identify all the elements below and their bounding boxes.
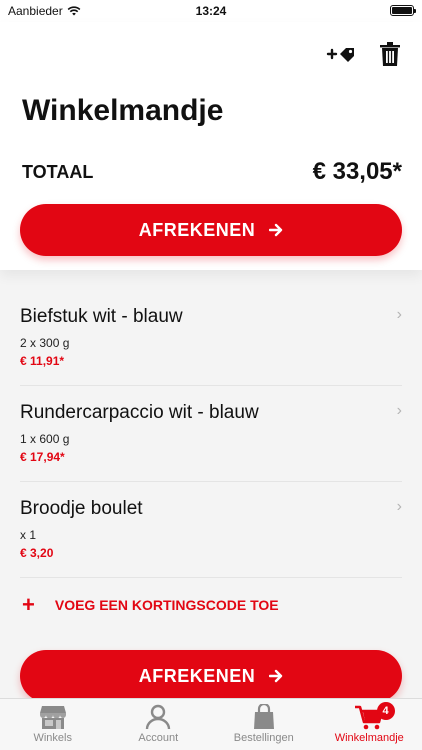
item-name: Rundercarpaccio wit - blauw bbox=[20, 402, 259, 423]
cart-item[interactable]: Rundercarpaccio wit - blauw 1 x 600 g € … bbox=[20, 386, 402, 482]
item-price: € 11,91* bbox=[20, 354, 65, 368]
tab-bestellingen-label: Bestellingen bbox=[233, 732, 294, 744]
arrow-right-icon bbox=[269, 669, 283, 683]
trash-icon[interactable] bbox=[380, 42, 400, 66]
cart-header: Winkelmandje TOTAAL € 33,05* AFREKENEN bbox=[0, 22, 422, 270]
item-price: € 17,94* bbox=[20, 450, 65, 464]
bottom-checkout-label: AFREKENEN bbox=[138, 665, 256, 686]
tab-bar: Winkels Account Bestellingen 4 Winkelman… bbox=[0, 698, 422, 750]
total-value: € 33,05* bbox=[312, 158, 402, 185]
plus-icon: + bbox=[22, 592, 35, 617]
tab-winkelmandje[interactable]: 4 Winkelmandje bbox=[317, 699, 422, 750]
checkout-button-label: AFREKENEN bbox=[138, 219, 256, 240]
cart-item[interactable]: Biefstuk wit - blauw 2 x 300 g € 11,91* … bbox=[20, 290, 402, 386]
store-icon bbox=[39, 706, 66, 729]
item-quantity: x 1 bbox=[20, 528, 37, 542]
tab-account-label: Account bbox=[138, 732, 179, 744]
chevron-right-icon: › bbox=[396, 306, 402, 323]
status-time: 13:24 bbox=[195, 4, 227, 18]
tab-winkelmandje-label: Winkelmandje bbox=[334, 732, 404, 744]
add-discount-code-label: VOEG EEN KORTINGSCODE TOE bbox=[54, 597, 279, 613]
tab-winkels-label: Winkels bbox=[33, 732, 72, 744]
item-name: Broodje boulet bbox=[20, 498, 143, 519]
cart-count-badge: 4 bbox=[376, 702, 395, 720]
item-quantity: 2 x 300 g bbox=[20, 336, 70, 350]
add-tag-icon[interactable] bbox=[326, 43, 356, 65]
tab-winkels[interactable]: Winkels bbox=[0, 699, 106, 750]
bottom-checkout-button[interactable]: AFREKENEN bbox=[20, 650, 402, 702]
add-discount-code-button[interactable]: + VOEG EEN KORTINGSCODE TOE bbox=[22, 594, 279, 616]
bag-icon bbox=[253, 704, 274, 729]
tab-account[interactable]: Account bbox=[106, 699, 212, 750]
tab-bestellingen[interactable]: Bestellingen bbox=[211, 699, 317, 750]
total-row: TOTAAL € 33,05* bbox=[22, 158, 402, 186]
total-label: TOTAAL bbox=[22, 161, 94, 182]
item-quantity: 1 x 600 g bbox=[20, 432, 70, 446]
header-actions bbox=[326, 42, 400, 66]
item-name: Biefstuk wit - blauw bbox=[20, 306, 183, 327]
checkout-button[interactable]: AFREKENEN bbox=[20, 204, 402, 256]
chevron-right-icon: › bbox=[396, 498, 402, 515]
item-price: € 3,20 bbox=[20, 546, 54, 560]
status-bar: Aanbieder 13:24 bbox=[0, 0, 422, 22]
person-icon bbox=[146, 704, 171, 730]
battery-icon bbox=[390, 5, 416, 16]
chevron-right-icon: › bbox=[396, 402, 402, 419]
arrow-right-icon bbox=[269, 223, 283, 237]
cart-item[interactable]: Broodje boulet x 1 € 3,20 › bbox=[20, 482, 402, 578]
page-title: Winkelmandje bbox=[22, 94, 224, 127]
cart-items-list: Biefstuk wit - blauw 2 x 300 g € 11,91* … bbox=[0, 290, 422, 578]
